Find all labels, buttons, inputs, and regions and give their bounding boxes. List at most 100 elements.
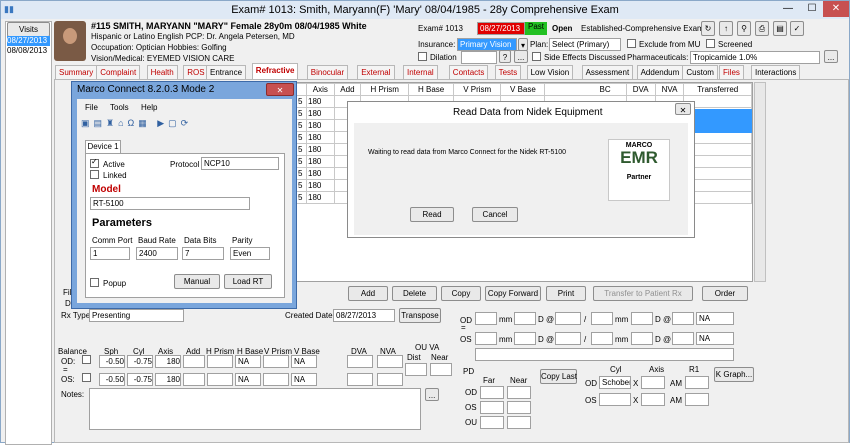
cyl-od-field[interactable]: Schober bbox=[599, 376, 631, 389]
os-nva[interactable] bbox=[377, 373, 403, 386]
k-os-field-4[interactable] bbox=[591, 332, 613, 345]
tab-binocular[interactable]: Binocular bbox=[306, 65, 349, 79]
k-od-field-6[interactable] bbox=[672, 312, 694, 325]
load-rt-button[interactable]: Load RT bbox=[224, 274, 272, 289]
minimize-button[interactable]: — bbox=[775, 1, 801, 17]
os-add[interactable] bbox=[183, 373, 205, 386]
marco-close-icon[interactable]: ✕ bbox=[266, 83, 294, 96]
k-os-field-1[interactable] bbox=[475, 332, 497, 345]
tab-custom[interactable]: Custom bbox=[682, 65, 718, 79]
pd-os-near[interactable] bbox=[507, 401, 531, 414]
dilation-field[interactable] bbox=[461, 51, 497, 64]
tab-files[interactable]: Files bbox=[719, 65, 744, 79]
exclude-mu-checkbox[interactable] bbox=[627, 39, 636, 48]
k-od-field-3[interactable] bbox=[555, 312, 581, 325]
copy-last-button[interactable]: Copy Last bbox=[540, 369, 577, 384]
od-hbase[interactable]: NA bbox=[235, 355, 261, 368]
os-hbase[interactable]: NA bbox=[235, 373, 261, 386]
os-dva[interactable] bbox=[347, 373, 373, 386]
rx-type-field[interactable]: Presenting bbox=[89, 309, 184, 322]
od-sph[interactable]: -0.50 bbox=[99, 355, 125, 368]
k-os-field-2[interactable] bbox=[514, 332, 536, 345]
od-vprism[interactable] bbox=[263, 355, 289, 368]
cyl-os-r1[interactable] bbox=[685, 393, 709, 406]
check-icon[interactable]: ✓ bbox=[790, 21, 804, 36]
k-notes-field[interactable] bbox=[475, 348, 734, 361]
os-cyl[interactable]: -0.75 bbox=[127, 373, 153, 386]
linked-checkbox[interactable] bbox=[90, 170, 99, 179]
baud-rate-select[interactable]: 2400 bbox=[136, 247, 178, 260]
tab-health[interactable]: Health bbox=[146, 65, 178, 79]
visit-date-1[interactable]: 08/27/2013 bbox=[7, 36, 50, 46]
marco-toolbar-icons[interactable]: ▣▤♜⌂Ω▦ ▶▢⟳ bbox=[81, 118, 251, 130]
od-cyl[interactable]: -0.75 bbox=[127, 355, 153, 368]
cyl-os-axis[interactable] bbox=[641, 393, 665, 406]
order-button[interactable]: Order bbox=[702, 286, 748, 301]
tab-refractive[interactable]: Refractive bbox=[251, 63, 299, 79]
cancel-button[interactable]: Cancel bbox=[472, 207, 518, 222]
tab-tests[interactable]: Tests bbox=[494, 65, 522, 79]
grid-header-dva[interactable]: DVA bbox=[625, 83, 656, 96]
os-hprism[interactable] bbox=[207, 373, 233, 386]
copy-forward-button[interactable]: Copy Forward bbox=[485, 286, 541, 301]
marco-menu-help[interactable]: Help bbox=[141, 103, 157, 112]
grid-header-add[interactable]: Add bbox=[333, 83, 362, 96]
tab-summary[interactable]: Summary bbox=[55, 65, 98, 79]
od-balance-checkbox[interactable] bbox=[82, 355, 91, 364]
tab-assessment[interactable]: Assessment bbox=[581, 65, 634, 79]
dilation-more-button[interactable]: ... bbox=[514, 50, 528, 63]
grid-header-v-prism[interactable]: V Prism bbox=[452, 83, 502, 96]
od-add[interactable] bbox=[183, 355, 205, 368]
data-bits-select[interactable]: 7 bbox=[182, 247, 224, 260]
visits-button[interactable]: Visits bbox=[7, 22, 50, 37]
os-sph[interactable]: -0.50 bbox=[99, 373, 125, 386]
pharm-more-button[interactable]: ... bbox=[824, 50, 838, 63]
od-dva[interactable] bbox=[347, 355, 373, 368]
k-os-field-6[interactable] bbox=[672, 332, 694, 345]
k-od-field-5[interactable] bbox=[631, 312, 653, 325]
cyl-os-field[interactable] bbox=[599, 393, 631, 406]
k-graph-button[interactable]: K Graph... bbox=[714, 367, 754, 382]
grid-header-v-base[interactable]: V Base bbox=[500, 83, 546, 96]
plan-select[interactable]: Select (Primary) bbox=[549, 38, 621, 51]
tab-ros[interactable]: ROS bbox=[183, 65, 209, 79]
pd-ou-far[interactable] bbox=[480, 416, 504, 429]
grid-scrollbar[interactable] bbox=[754, 82, 766, 282]
comm-port-select[interactable]: 1 bbox=[90, 247, 130, 260]
notes-more-button[interactable]: ... bbox=[425, 388, 439, 401]
ou-dist[interactable] bbox=[405, 363, 427, 376]
grid-header-h-prism[interactable]: H Prism bbox=[360, 83, 410, 96]
tab-interactions[interactable]: Interactions bbox=[751, 65, 801, 79]
device-tab[interactable]: Device 1 bbox=[85, 140, 121, 153]
created-date-field[interactable]: 08/27/2013 bbox=[333, 309, 395, 322]
tab-external[interactable]: External bbox=[357, 65, 395, 79]
grid-header-axis[interactable]: Axis bbox=[306, 83, 335, 96]
manual-button[interactable]: Manual bbox=[174, 274, 220, 289]
up-arrow-icon[interactable]: ↑ bbox=[719, 21, 733, 36]
k-od-na[interactable]: NA bbox=[696, 312, 734, 325]
od-vbase[interactable]: NA bbox=[291, 355, 317, 368]
tab-internal[interactable]: Internal bbox=[403, 65, 438, 79]
refresh-icon[interactable]: ↻ bbox=[701, 21, 715, 36]
tab-low-vision[interactable]: Low Vision bbox=[526, 65, 574, 79]
marco-menu-file[interactable]: File bbox=[85, 103, 98, 112]
tab-addendum[interactable]: Addendum bbox=[636, 65, 684, 79]
notes-field[interactable] bbox=[89, 388, 421, 430]
side-effects-checkbox[interactable] bbox=[532, 52, 541, 61]
k-os-na[interactable]: NA bbox=[696, 332, 734, 345]
k-os-field-5[interactable] bbox=[631, 332, 653, 345]
add-button[interactable]: Add bbox=[348, 286, 388, 301]
os-balance-checkbox[interactable] bbox=[82, 373, 91, 382]
dilation-checkbox[interactable] bbox=[418, 52, 427, 61]
grid-header-transferred[interactable]: Transferred bbox=[683, 83, 752, 96]
screened-checkbox[interactable] bbox=[706, 39, 715, 48]
read-button[interactable]: Read bbox=[410, 207, 454, 222]
cyl-od-r1[interactable] bbox=[685, 376, 709, 389]
parity-select[interactable]: Even bbox=[230, 247, 270, 260]
cyl-od-axis[interactable] bbox=[641, 376, 665, 389]
grid-header-bc[interactable]: BC bbox=[544, 83, 627, 96]
help-icon[interactable]: ? bbox=[499, 50, 511, 63]
od-nva[interactable] bbox=[377, 355, 403, 368]
close-button[interactable]: ✕ bbox=[823, 1, 849, 17]
os-vprism[interactable] bbox=[263, 373, 289, 386]
